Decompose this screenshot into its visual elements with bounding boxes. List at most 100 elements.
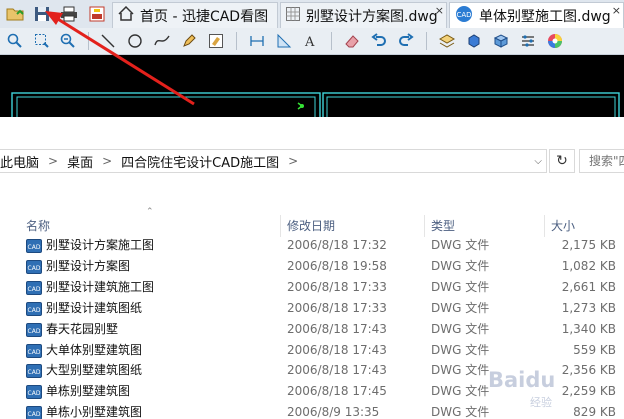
file-modified-date: 2006/8/18 17:45 <box>287 384 387 399</box>
file-type: DWG 文件 <box>431 279 490 294</box>
file-list-header: ⌃ 名称 修改日期 类型 大小 <box>0 207 624 237</box>
properties-icon[interactable] <box>517 30 539 52</box>
column-header-size[interactable]: 大小 <box>551 215 575 237</box>
toolbar-divider <box>236 32 237 50</box>
circle-icon[interactable] <box>124 30 146 52</box>
text-style-icon[interactable]: A <box>300 30 322 52</box>
3d-view-icon[interactable] <box>463 30 485 52</box>
svg-text:CAD: CAD <box>28 328 41 335</box>
file-type: DWG 文件 <box>431 405 490 419</box>
refresh-button[interactable]: ↻ <box>549 149 575 173</box>
file-explorer-window: 此电脑 > 桌面 > 四合院住宅设计CAD施工图 > ⌵ ↻ ⌃ 名称 修改日期… <box>0 117 624 419</box>
undo-icon[interactable] <box>368 30 390 52</box>
open-file-icon[interactable] <box>4 3 26 25</box>
dwg-file-icon: CAD <box>26 301 42 316</box>
file-size: 559 KB <box>573 342 616 357</box>
tab-label: 首页 - 迅捷CAD看图 <box>140 8 269 25</box>
file-row[interactable]: CAD 春天花园别墅 2006/8/18 17:43 DWG 文件 1,340 KB <box>0 319 624 340</box>
svg-text:CAD: CAD <box>28 390 41 397</box>
file-row[interactable]: CAD 别墅设计方案图 2006/8/18 19:58 DWG 文件 1,082 KB <box>0 256 624 277</box>
column-header-type[interactable]: 类型 <box>431 215 455 237</box>
tab-drawing-construction[interactable]: CAD 单体别墅施工图.dwg × <box>449 2 624 28</box>
file-row[interactable]: CAD 单栋别墅建筑图 2006/8/18 17:45 DWG 文件 2,259 KB <box>0 381 624 402</box>
spline-icon[interactable] <box>151 30 173 52</box>
breadcrumb-desktop[interactable]: 桌面 <box>67 152 93 171</box>
svg-text:CAD: CAD <box>28 307 41 314</box>
file-row[interactable]: CAD 大单体别墅建筑图 2006/8/18 17:43 DWG 文件 559 KB <box>0 340 624 361</box>
color-wheel-icon[interactable] <box>544 30 566 52</box>
chevron-down-icon[interactable]: ⌵ <box>534 156 542 167</box>
line-icon[interactable] <box>97 30 119 52</box>
chevron-right-icon[interactable]: > <box>48 154 58 168</box>
file-size: 2,175 KB <box>561 238 616 252</box>
close-tab-icon[interactable]: × <box>435 5 444 16</box>
file-row[interactable]: CAD 单栋小别墅建筑图 2006/8/9 13:35 DWG 文件 829 KB <box>0 402 624 419</box>
file-type: DWG 文件 <box>431 300 490 315</box>
file-name: 单栋别墅建筑图 <box>46 384 131 399</box>
column-header-name[interactable]: 名称 <box>26 215 50 237</box>
area-measure-icon[interactable] <box>273 30 295 52</box>
text-edit-icon[interactable] <box>205 30 227 52</box>
cad-title-bar: 首页 - 迅捷CAD看图 别墅设计方案图.dwg × CAD 单体别墅施工图.d… <box>0 0 624 29</box>
refresh-icon: ↻ <box>556 153 568 169</box>
print-icon[interactable] <box>58 3 80 25</box>
dwg-file-icon: CAD <box>26 406 42 419</box>
file-name: 大单体别墅建筑图 <box>46 342 143 357</box>
column-header-date[interactable]: 修改日期 <box>287 215 335 237</box>
redo-icon[interactable] <box>395 30 417 52</box>
dwg-file-icon: CAD <box>26 385 42 400</box>
close-tab-icon[interactable]: × <box>612 5 621 16</box>
column-divider[interactable] <box>280 215 281 237</box>
eraser-icon[interactable] <box>341 30 363 52</box>
pencil-icon[interactable] <box>178 30 200 52</box>
file-row[interactable]: CAD 大型别墅建筑图纸 2006/8/18 17:43 DWG 文件 2,356 KB <box>0 360 624 381</box>
file-row[interactable]: CAD 别墅设计方案施工图 2006/8/18 17:32 DWG 文件 2,175 K… <box>0 237 624 256</box>
cad-drawing-canvas[interactable] <box>0 55 624 117</box>
file-size: 1,273 KB <box>561 300 616 315</box>
tab-home[interactable]: 首页 - 迅捷CAD看图 <box>112 2 278 28</box>
breadcrumb-current-folder[interactable]: 四合院住宅设计CAD施工图 <box>121 152 279 171</box>
file-type: DWG 文件 <box>431 258 490 273</box>
file-type: DWG 文件 <box>431 363 490 378</box>
layer-icon[interactable] <box>436 30 458 52</box>
svg-text:CAD: CAD <box>28 411 41 418</box>
file-row[interactable]: CAD 别墅设计建筑施工图 2006/8/18 17:33 DWG 文件 2,661 K… <box>0 277 624 298</box>
file-size: 2,356 KB <box>561 363 616 378</box>
zoom-in-icon[interactable] <box>4 30 26 52</box>
file-list: CAD 别墅设计方案施工图 2006/8/18 17:32 DWG 文件 2,175 K… <box>0 237 624 419</box>
file-size: 2,661 KB <box>561 279 616 294</box>
file-name: 别墅设计方案图 <box>46 258 131 273</box>
toolbar-divider <box>331 32 332 50</box>
column-divider[interactable] <box>424 215 425 237</box>
cad-toolbar: A <box>0 28 624 55</box>
file-modified-date: 2006/8/18 17:33 <box>287 300 387 315</box>
breadcrumb-this-pc[interactable]: 此电脑 <box>0 152 39 171</box>
chevron-right-icon[interactable]: > <box>102 154 112 168</box>
zoom-extents-icon[interactable] <box>57 30 79 52</box>
chevron-right-icon[interactable]: > <box>288 154 298 168</box>
address-bar[interactable]: 此电脑 > 桌面 > 四合院住宅设计CAD施工图 > ⌵ <box>0 149 547 173</box>
zoom-window-icon[interactable] <box>31 30 53 52</box>
tab-label: 单体别墅施工图.dwg <box>479 8 611 25</box>
dimension-icon[interactable] <box>246 30 268 52</box>
svg-text:CAD: CAD <box>28 286 41 293</box>
column-divider[interactable] <box>544 215 545 237</box>
export-pdf-icon[interactable] <box>86 3 108 25</box>
file-size: 829 KB <box>573 405 616 419</box>
dwg-file-icon: CAD <box>26 364 42 379</box>
tab-drawing-plan[interactable]: 别墅设计方案图.dwg × <box>280 2 447 28</box>
file-modified-date: 2006/8/18 19:58 <box>287 258 387 273</box>
dwg-file-icon: CAD <box>26 239 42 253</box>
drawing-grid-icon <box>286 6 300 25</box>
block-icon[interactable] <box>490 30 512 52</box>
file-modified-date: 2006/8/9 13:35 <box>287 405 380 419</box>
save-icon[interactable] <box>31 3 53 25</box>
file-modified-date: 2006/8/18 17:43 <box>287 321 387 336</box>
search-box[interactable] <box>579 149 624 173</box>
file-size: 1,340 KB <box>561 321 616 336</box>
search-input[interactable] <box>580 154 624 168</box>
file-row[interactable]: CAD 别墅设计建筑图纸 2006/8/18 17:33 DWG 文件 1,273 KB <box>0 298 624 319</box>
svg-text:CAD: CAD <box>28 244 41 251</box>
file-size: 2,259 KB <box>561 384 616 399</box>
dwg-file-icon: CAD <box>26 259 42 274</box>
